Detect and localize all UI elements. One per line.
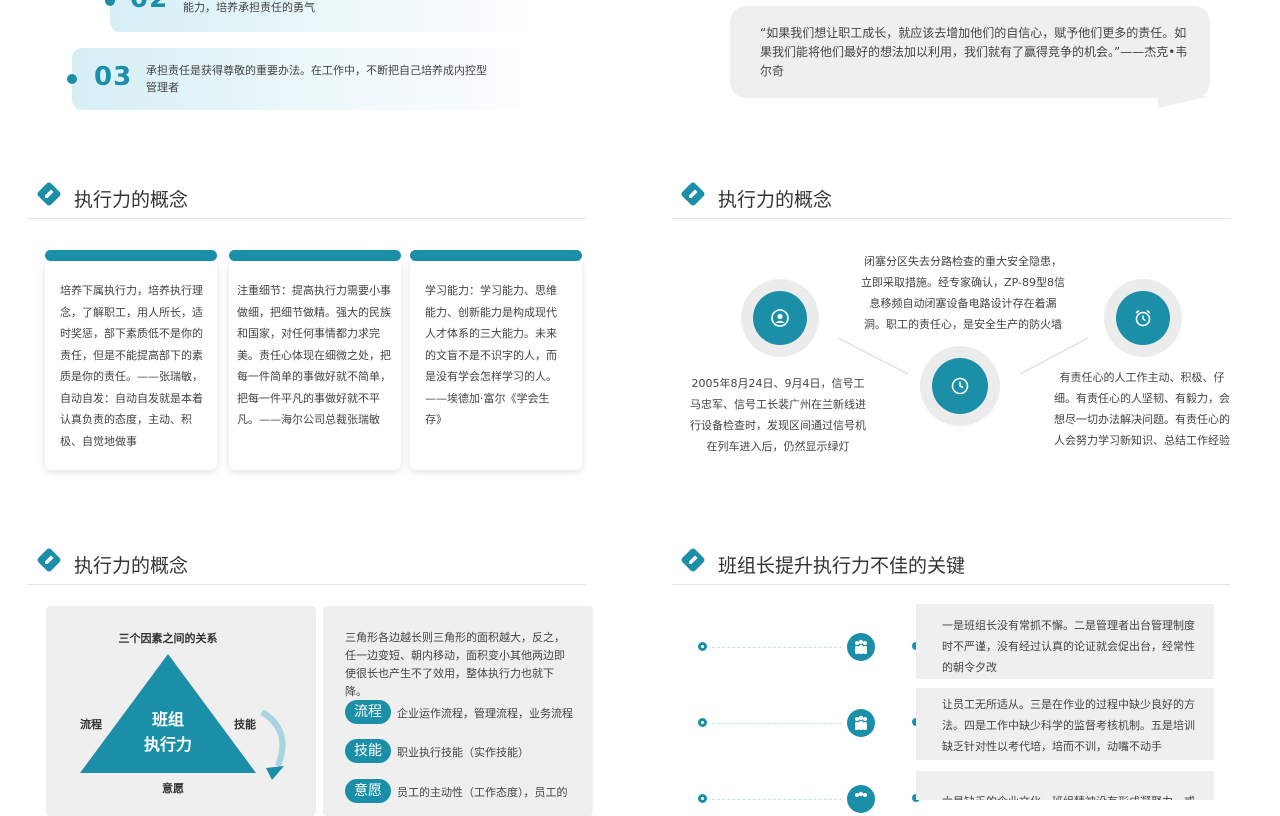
section-title: 执行力的概念 [74,189,189,211]
diagram-right-text: 有责任心的人工作主动、积极、仔细。有责任心的人坚韧、有毅力，会想尽一切办法解决问… [1054,371,1230,447]
key-text: 一是班组长没有常抓不懈。二是管理者出台管理制度时不严谨，没有经过认真的论证就会促… [942,619,1195,674]
timeline-dashed-line [712,647,842,648]
key-text: 六是缺乏的企业文化，班组精神没有形成凝聚力，或者 [942,791,1198,800]
edit-diamond-icon [37,182,61,206]
alarm-clock-icon [1135,309,1151,327]
edit-diamond-icon [37,548,61,572]
edit-diamond-icon [681,548,705,572]
edit-diamond-icon [681,182,705,206]
section-divider [28,218,586,219]
triangle-center-line2: 执行力 [143,735,192,754]
timeline-dashed-line [712,723,842,724]
section-divider [28,584,586,585]
pill-skill: 技能 [345,739,391,763]
triangle-left-label: 流程 [80,718,102,731]
quote-text: “如果我们想让职工成长，就应该去增加他们的自信心，赋予他们更多的责任。如果我们能… [760,26,1188,78]
people-icon [855,639,867,654]
pill-process: 流程 [345,700,391,724]
triangle-center-line1: 班组 [151,710,184,729]
people-icon [855,791,867,797]
step-02-number: 02 [130,0,168,14]
concept-card-bar [410,250,582,261]
triangle-bottom-label: 意愿 [162,782,184,795]
timeline-dot [698,642,707,651]
people-icon [855,715,867,730]
timeline-dot [698,718,707,727]
concept-card-text: 学习能力：学习能力、思维能力、创新能力是构成现代人才体系的三大能力。未来的文盲不… [425,284,557,426]
user-icon [771,309,789,327]
diagram-top-text: 闭塞分区失去分路检查的重大安全隐患，立即采取措施。经专家确认，ZP-89型8信息… [861,255,1065,331]
quote-bubble-tail [1158,96,1210,108]
triangle-heading: 三个因素之间的关系 [118,632,218,645]
step-03-number: 03 [94,62,133,92]
step-02-text: 能力，培养承担责任的勇气 [183,1,315,14]
pill-willingness-desc: 员工的主动性（工作态度），员工的 [397,786,568,799]
section-title: 班组长提升执行力不佳的关键 [718,555,966,577]
concept-card-text: 培养下属执行力，培养执行理念，了解职工，用人所长，适时奖惩，部下素质低不是你的责… [60,284,203,448]
step-03-dot [67,74,77,84]
section-divider [672,584,1230,585]
timeline-dot [698,794,707,803]
section-divider [672,218,1230,219]
pill-process-desc: 企业运作流程，管理流程，业务流程 [397,707,573,720]
concept-card-bar [229,250,401,261]
step-03-text: 承担责任是获得尊敬的重要办法。在工作中，不断把自己培养成内控型管理者 [146,64,487,94]
concept-card-text: 注重细节：提高执行力需要小事做细，把细节做精。强大的民族和国家，对任何事情都力求… [237,284,391,426]
curved-arrow-icon [260,710,286,780]
diagram-left-text: 2005年8月24日、9月4日，信号工马忠军、信号工长裴广州在兰新线进行设备检查… [690,377,866,453]
explain-text: 三角形各边越长则三角形的面积越大，反之，任一边变短、朝内移动，面积变小其他两边即… [345,631,565,698]
section-title: 执行力的概念 [718,189,833,211]
key-text: 让员工无所适从。三是在作业的过程中缺少良好的方法。四是工作中缺少科学的监督考核机… [942,698,1195,753]
triangle-right-label: 技能 [234,718,256,731]
pill-willingness: 意愿 [345,779,391,803]
clock-icon [951,377,969,395]
section-title: 执行力的概念 [74,555,189,577]
pill-skill-desc: 职业执行技能（实作技能） [397,746,529,759]
concept-card-bar [45,250,217,261]
